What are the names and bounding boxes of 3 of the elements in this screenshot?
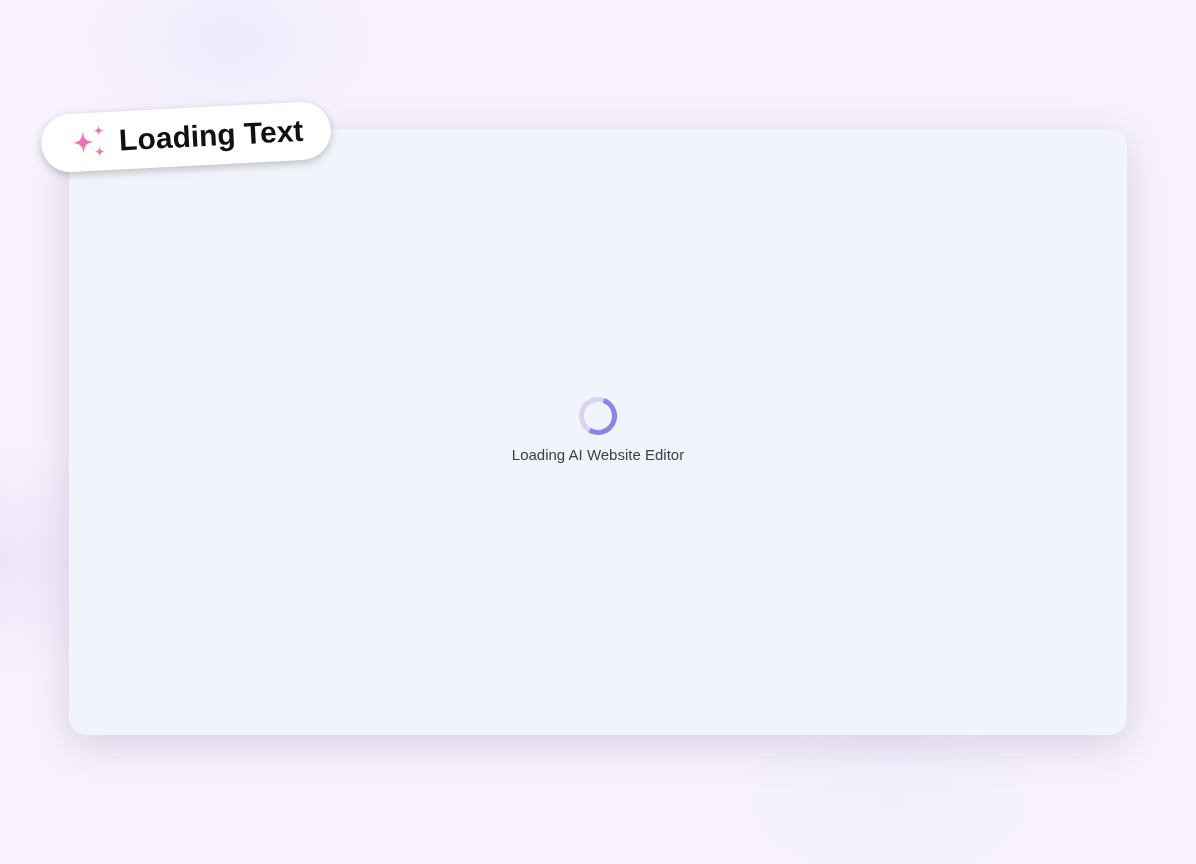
loading-message: Loading AI Website Editor [511,445,685,463]
spinner-icon [578,395,618,436]
badge-title: Loading Text [118,113,305,158]
